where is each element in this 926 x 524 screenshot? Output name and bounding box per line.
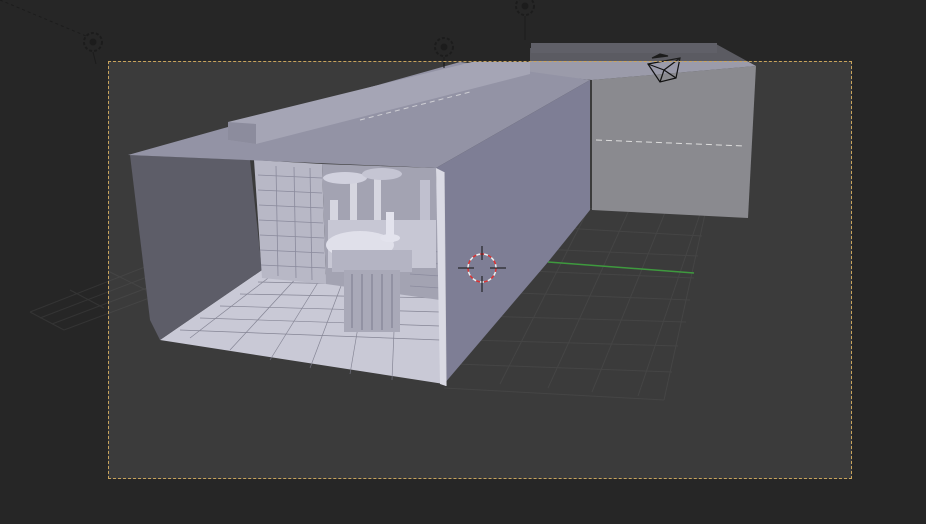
lamp-icon[interactable] xyxy=(0,0,103,65)
3d-viewport[interactable] xyxy=(0,0,926,524)
lamp-icon[interactable] xyxy=(515,0,535,40)
camera-border xyxy=(108,61,852,479)
roof-back-cap xyxy=(531,43,717,53)
